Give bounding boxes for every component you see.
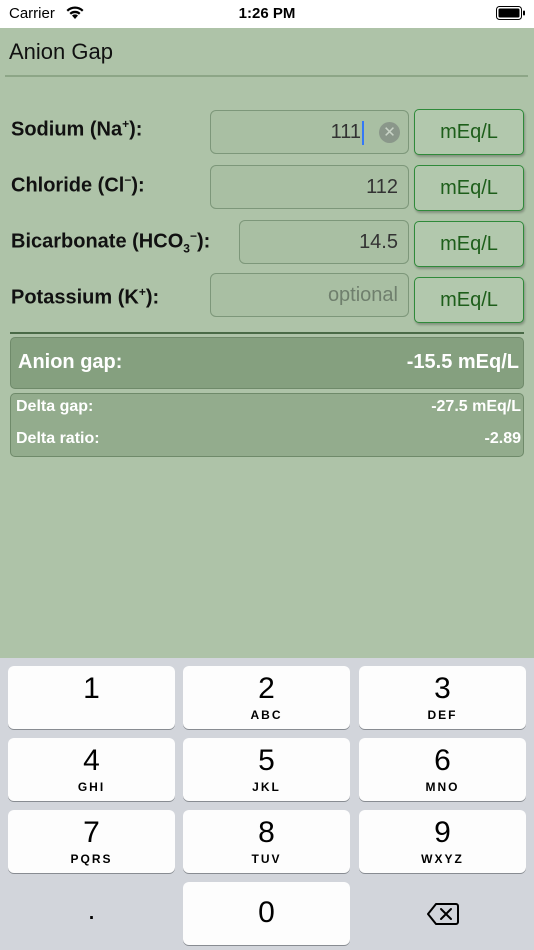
key-8[interactable]: 8 TUV (183, 810, 350, 873)
bicarbonate-input[interactable]: 14.5 (239, 220, 409, 264)
sodium-value: 111 (330, 121, 361, 143)
potassium-unit-button[interactable]: mEq/L (414, 277, 524, 323)
potassium-input[interactable]: optional (210, 273, 409, 317)
status-time: 1:26 PM (238, 5, 296, 22)
key-2[interactable]: 2 ABC (183, 666, 350, 729)
status-bar: Carrier 1:26 PM (0, 0, 534, 28)
delta-ratio-label: Delta ratio: (16, 430, 100, 447)
number-pad: 1 2 ABC 3 DEF 4 GHI 5 JKL 6 MNO 7 PQRS 8 TUV 9W… (0, 658, 534, 950)
delete-backward-icon (426, 903, 459, 925)
key-6[interactable]: 6 MNO (359, 738, 526, 801)
anion-gap-value: -15.5 mEq/L (406, 351, 519, 373)
key-4[interactable]: 4 GHI (8, 738, 175, 801)
key-7[interactable]: 7 PQRS (8, 810, 175, 873)
delta-gap-label: Delta gap: (16, 398, 94, 415)
sodium-unit-button[interactable]: mEq/L (414, 109, 524, 155)
clear-icon[interactable]: ✕ (379, 122, 400, 143)
key-9[interactable]: 9 WXYZ (359, 810, 526, 873)
potassium-placeholder: optional (327, 284, 398, 306)
bicarbonate-label: Bicarbonate (HCO3−): (11, 229, 211, 256)
page-title: Anion Gap (9, 39, 113, 64)
key-1[interactable]: 1 (8, 666, 175, 729)
chloride-label: Chloride (Cl−): (11, 173, 145, 197)
key-5[interactable]: 5 JKL (183, 738, 350, 801)
battery-icon (496, 6, 525, 20)
key-3[interactable]: 3 DEF (359, 666, 526, 729)
sodium-label: Sodium (Na+): (11, 117, 143, 141)
text-caret (362, 120, 364, 145)
potassium-label: Potassium (K+): (11, 285, 160, 309)
sodium-input[interactable]: 111 ✕ (210, 110, 409, 154)
delete-key[interactable] (359, 882, 526, 945)
delta-gap-value: -27.5 mEq/L (431, 398, 521, 415)
chloride-input[interactable]: 112 (210, 165, 409, 209)
key-0[interactable]: 0 (183, 882, 350, 945)
section-divider (10, 332, 524, 334)
title-divider (5, 75, 528, 77)
chloride-unit-button[interactable]: mEq/L (414, 165, 524, 211)
anion-gap-label: Anion gap: (18, 351, 123, 373)
anion-gap-result: Anion gap: -15.5 mEq/L (10, 337, 524, 389)
delta-results: Delta gap: -27.5 mEq/L Delta ratio: -2.8… (10, 393, 524, 457)
key-decimal[interactable]: . (8, 882, 175, 945)
delta-ratio-value: -2.89 (484, 430, 521, 447)
bicarbonate-unit-button[interactable]: mEq/L (414, 221, 524, 267)
